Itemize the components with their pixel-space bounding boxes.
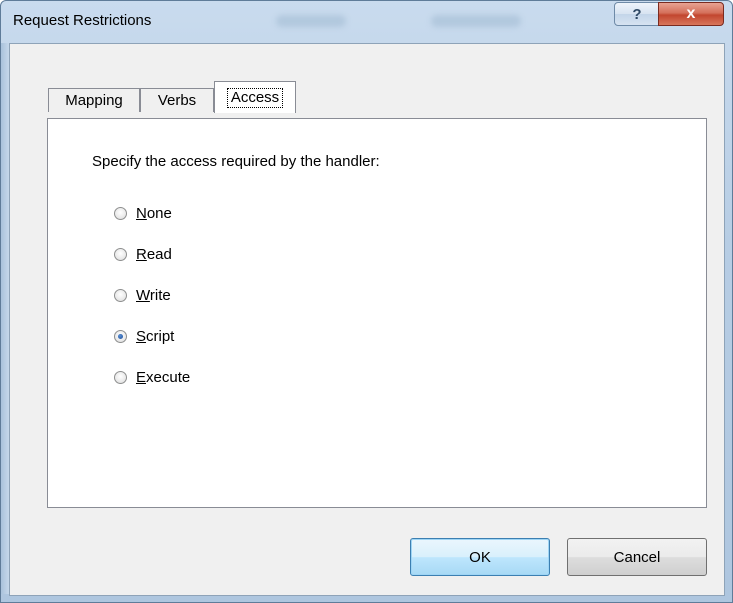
radio-button-checked[interactable]: [114, 330, 127, 343]
tab-label: Mapping: [65, 92, 123, 109]
radio-button[interactable]: [114, 289, 127, 302]
title-bar-blur: [431, 15, 521, 27]
close-icon: x: [686, 5, 696, 22]
radio-label-none: None: [136, 205, 172, 222]
access-prompt: Specify the access required by the handl…: [92, 153, 380, 170]
radio-execute[interactable]: Execute: [114, 369, 190, 386]
label-rest: ead: [146, 246, 172, 263]
cancel-button[interactable]: Cancel: [567, 538, 707, 576]
label-rest: one: [146, 205, 172, 222]
ok-label: OK: [469, 548, 491, 566]
radio-script[interactable]: Script: [114, 328, 174, 345]
tab-verbs[interactable]: Verbs: [140, 88, 214, 112]
radio-label-write: Write: [136, 287, 171, 304]
mnemonic-letter: S: [136, 328, 147, 345]
mnemonic-letter: N: [136, 205, 147, 222]
request-restrictions-dialog: Request Restrictions ? x Mapping Verbs A…: [0, 0, 733, 603]
radio-button[interactable]: [114, 371, 127, 384]
radio-read[interactable]: Read: [114, 246, 172, 263]
mnemonic-letter: E: [136, 369, 147, 386]
radio-label-read: Read: [136, 246, 172, 263]
radio-label-script: Script: [136, 328, 174, 345]
radio-button[interactable]: [114, 248, 127, 261]
label-rest: rite: [149, 287, 171, 304]
cancel-label: Cancel: [613, 548, 661, 566]
window-frame-left: [1, 43, 9, 594]
radio-label-execute: Execute: [136, 369, 190, 386]
title-bar-blur: [276, 15, 346, 27]
dialog-title: Request Restrictions: [13, 12, 152, 29]
close-button[interactable]: x: [658, 2, 724, 26]
tab-label: Verbs: [157, 92, 197, 109]
radio-write[interactable]: Write: [114, 287, 171, 304]
label-rest: xecute: [146, 369, 191, 386]
help-icon: ?: [632, 5, 642, 23]
dialog-client-area: Mapping Verbs Access Specify the access …: [9, 43, 725, 596]
tab-label: Access: [226, 87, 284, 108]
tab-mapping[interactable]: Mapping: [48, 88, 140, 112]
tab-access[interactable]: Access: [214, 81, 296, 113]
label-rest: cript: [146, 328, 175, 345]
access-tab-panel: Specify the access required by the handl…: [47, 118, 707, 508]
mnemonic-letter: W: [136, 287, 150, 304]
ok-button[interactable]: OK: [410, 538, 550, 576]
help-button[interactable]: ?: [614, 2, 660, 26]
radio-none[interactable]: None: [114, 205, 172, 222]
mnemonic-letter: R: [136, 246, 147, 263]
radio-button[interactable]: [114, 207, 127, 220]
title-bar[interactable]: Request Restrictions ? x: [1, 1, 732, 43]
